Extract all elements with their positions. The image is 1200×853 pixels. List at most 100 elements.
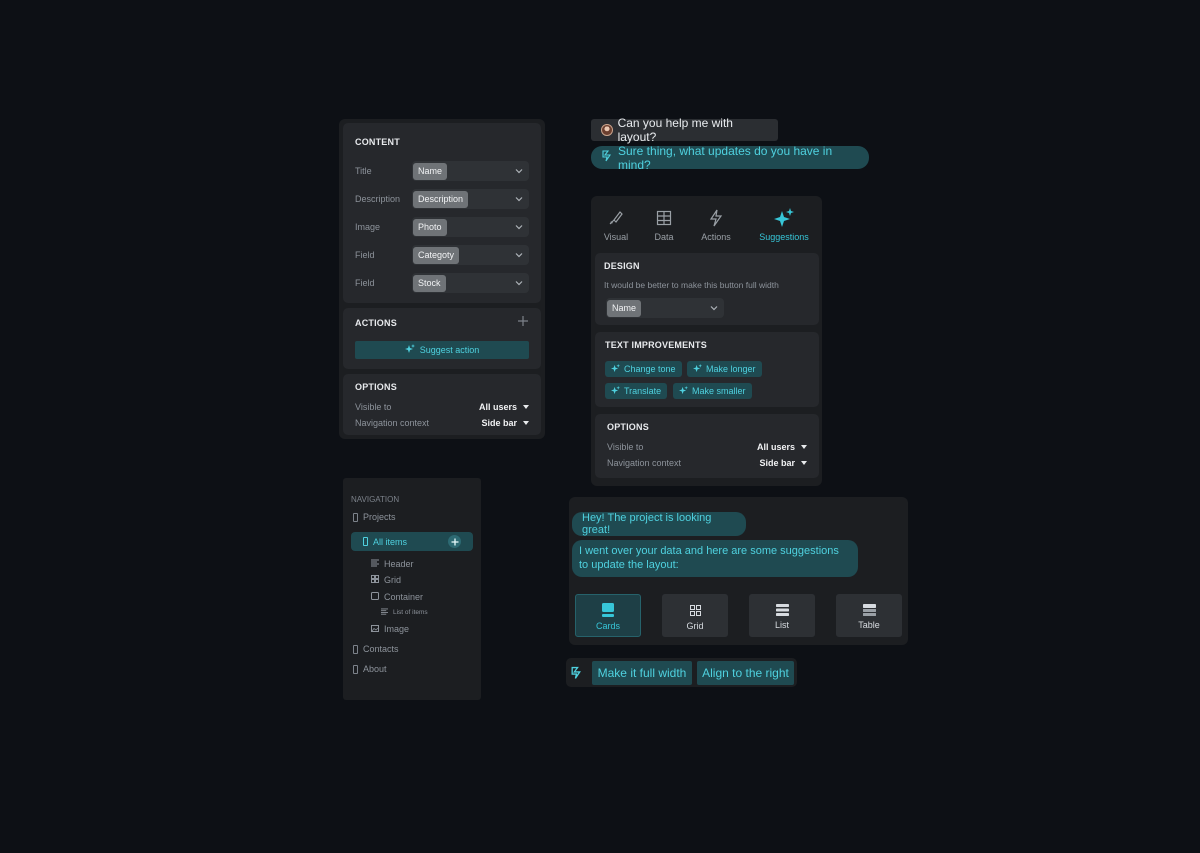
image-icon xyxy=(371,624,379,634)
caret-down-icon xyxy=(523,405,529,409)
chevron-down-icon xyxy=(515,167,523,175)
nav-item-header[interactable]: Header xyxy=(371,559,414,569)
visible-to-value: All users xyxy=(756,442,795,452)
layout-option-list[interactable]: List xyxy=(749,594,815,637)
content-panel: CONTENT Title Name Description Descripti… xyxy=(339,119,545,439)
options-title: OPTIONS xyxy=(607,422,649,432)
sparkle-icon xyxy=(693,363,702,375)
actions-title: ACTIONS xyxy=(355,318,397,328)
nav-item-container[interactable]: Container xyxy=(371,592,423,602)
sparkle-icon xyxy=(404,344,415,356)
tab-actions[interactable]: Actions xyxy=(698,208,734,242)
nav-context-row[interactable]: Navigation context Side bar xyxy=(355,418,529,428)
content-row-field-1: Field Categoty xyxy=(355,245,529,265)
nav-context-value: Side bar xyxy=(481,418,517,428)
ai-message-text: Hey! The project is looking great! xyxy=(582,512,712,536)
nav-item-image[interactable]: Image xyxy=(371,624,409,634)
design-text: It would be better to make this button f… xyxy=(604,280,779,290)
visible-to-row[interactable]: Visible to All users xyxy=(607,442,807,452)
plus-icon[interactable] xyxy=(517,315,529,330)
page-icon xyxy=(353,644,358,654)
chevron-down-icon xyxy=(515,195,523,203)
avatar xyxy=(601,124,613,136)
suggest-action-label: Suggest action xyxy=(419,345,480,355)
tab-suggestions[interactable]: Suggestions xyxy=(757,208,811,242)
table-icon xyxy=(836,594,902,616)
options-section: OPTIONS Visible to All users Navigation … xyxy=(595,414,819,478)
nav-context-value: Side bar xyxy=(759,458,795,468)
nav-item-contacts[interactable]: Contacts xyxy=(353,644,399,654)
tab-label: Suggestions xyxy=(759,232,809,242)
nav-item-all-items[interactable]: All items xyxy=(351,532,473,551)
quick-reply-label: Make it full width xyxy=(597,666,687,680)
nav-label: About xyxy=(363,664,387,674)
quick-reply-full-width[interactable]: Make it full width xyxy=(592,661,692,685)
content-title: CONTENT xyxy=(355,137,400,147)
page-icon xyxy=(353,664,358,674)
lightning-icon xyxy=(698,208,734,228)
user-message-text: Can you help me with layout? xyxy=(617,116,733,144)
design-section: DESIGN It would be better to make this b… xyxy=(595,253,819,325)
tab-label: Actions xyxy=(701,232,731,242)
suggest-action-button[interactable]: Suggest action xyxy=(355,341,529,359)
design-select[interactable]: Name xyxy=(606,298,724,318)
chevron-down-icon xyxy=(710,304,718,312)
brush-icon xyxy=(599,208,633,228)
layout-option-table[interactable]: Table xyxy=(836,594,902,637)
options-section: OPTIONS Visible to All users Navigation … xyxy=(343,374,541,435)
layout-option-grid[interactable]: Grid xyxy=(662,594,728,637)
field-select[interactable]: Categoty xyxy=(412,245,529,265)
nav-item-list-of-items[interactable]: List of items xyxy=(381,608,428,617)
chip-label: Make smaller xyxy=(692,386,746,396)
layout-option-cards[interactable]: Cards xyxy=(575,594,641,637)
sparkle-icon xyxy=(757,208,811,228)
tab-label: Visual xyxy=(603,232,629,242)
tab-label: Data xyxy=(654,232,674,242)
navigation-panel: NAVIGATION Projects All items Header Gri… xyxy=(343,478,481,700)
make-smaller-chip[interactable]: Make smaller xyxy=(673,383,752,399)
row-label: Title xyxy=(355,166,372,176)
content-row-image: Image Photo xyxy=(355,217,529,237)
quick-reply-label: Align to the right xyxy=(702,666,789,680)
add-icon[interactable] xyxy=(448,535,461,548)
suggestions-panel: Visual Data Actions Suggestions DESIGN I… xyxy=(591,196,822,486)
image-select[interactable]: Photo xyxy=(412,217,529,237)
caret-down-icon xyxy=(523,421,529,425)
nav-label: Image xyxy=(384,624,410,634)
nav-label: All items xyxy=(373,536,408,547)
quick-reply-align-right[interactable]: Align to the right xyxy=(697,661,794,685)
visible-to-row[interactable]: Visible to All users xyxy=(355,402,529,412)
content-section: CONTENT Title Name Description Descripti… xyxy=(343,123,541,303)
field-select[interactable]: Stock xyxy=(412,273,529,293)
lines-icon xyxy=(371,559,379,569)
make-longer-chip[interactable]: Make longer xyxy=(687,361,762,377)
grid-icon xyxy=(371,575,379,585)
change-tone-chip[interactable]: Change tone xyxy=(605,361,682,377)
translate-chip[interactable]: Translate xyxy=(605,383,668,399)
chip-label: Change tone xyxy=(624,364,676,374)
grid-icon xyxy=(662,594,728,616)
select-value: Name xyxy=(413,162,448,180)
nav-label: List of items xyxy=(393,609,428,616)
layout-label: Grid xyxy=(686,621,704,631)
title-select[interactable]: Name xyxy=(412,161,529,181)
tab-visual[interactable]: Visual xyxy=(599,208,633,242)
chevron-down-icon xyxy=(515,251,523,259)
nav-label: Grid xyxy=(384,575,402,585)
description-select[interactable]: Description xyxy=(412,189,529,209)
chevron-down-icon xyxy=(515,223,523,231)
nav-item-projects[interactable]: Projects xyxy=(353,512,396,522)
sparkle-icon xyxy=(679,385,688,397)
nav-context-row[interactable]: Navigation context Side bar xyxy=(607,458,807,468)
cards-icon xyxy=(576,595,640,617)
options-title: OPTIONS xyxy=(355,382,397,392)
chip-label: Make longer xyxy=(706,364,756,374)
select-value: Photo xyxy=(413,218,447,236)
text-improvements-section: TEXT IMPROVEMENTS Change tone Make longe… xyxy=(595,332,819,407)
sparkle-icon xyxy=(611,363,620,375)
nav-item-about[interactable]: About xyxy=(353,664,387,674)
nav-item-grid[interactable]: Grid xyxy=(371,575,401,585)
page-icon xyxy=(353,512,358,522)
ai-message-text: Sure thing, what updates do you have in … xyxy=(618,143,833,172)
tab-data[interactable]: Data xyxy=(649,208,679,242)
